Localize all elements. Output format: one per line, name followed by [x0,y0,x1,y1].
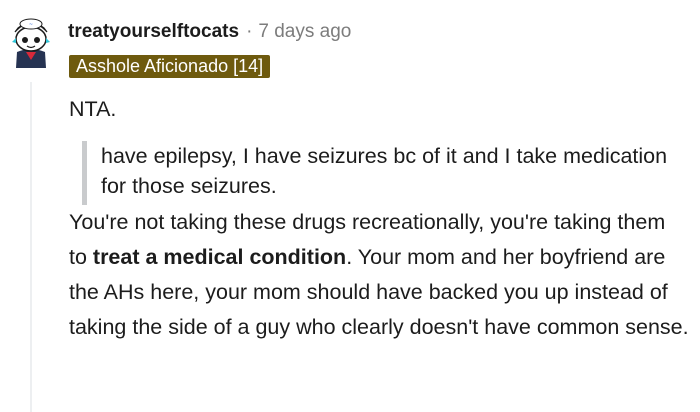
blockquote: have epilepsy, I have seizures bc of it … [82,141,689,205]
comment-meta: treatyourselftocats · 7 days ago [68,20,351,44]
username-link[interactable]: treatyourselftocats [68,21,239,42]
blockquote-text: have epilepsy, I have seizures bc of it … [101,144,668,198]
comment-paragraph-main: You're not taking these drugs recreation… [69,205,689,345]
main-text-bold: treat a medical condition [92,245,347,269]
comment-body: NTA. have epilepsy, I have seizures bc o… [69,94,689,345]
user-avatar[interactable]: ~ [8,12,54,70]
user-flair: Asshole Aficionado [14] [69,55,271,78]
thread-line[interactable] [30,82,32,412]
comment-paragraph-verdict: NTA. [69,97,117,121]
snoo-avatar-icon: ~ [12,18,50,68]
meta-separator: · [246,21,253,42]
svg-text:~: ~ [29,22,33,28]
timestamp-link[interactable]: 7 days ago [258,21,351,42]
